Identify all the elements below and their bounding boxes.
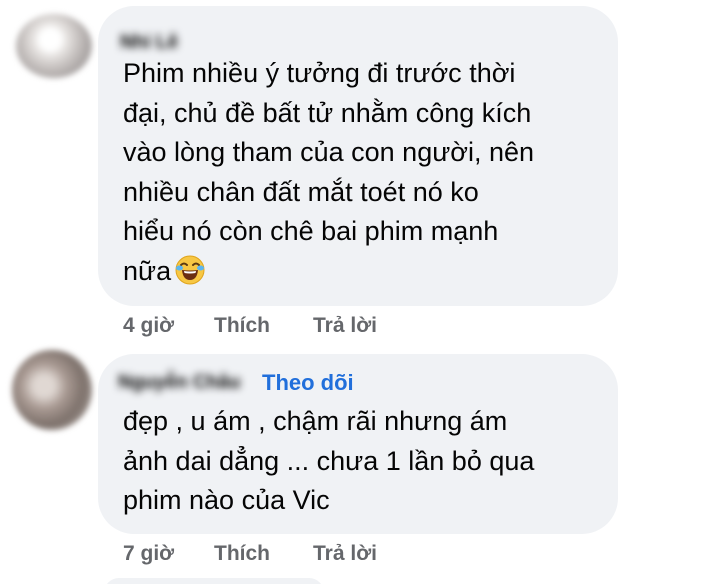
like-button[interactable]: Thích <box>214 542 313 566</box>
laughing-tears-emoji-icon <box>175 255 205 285</box>
comment-thread: Nhi Lê Phim nhiều ý tưởng đi trước thời … <box>0 0 710 584</box>
comment-timestamp[interactable]: 4 giờ <box>123 314 214 338</box>
comment-actions: 7 giờ Thích Trả lời <box>123 542 377 566</box>
next-comment-bubble <box>104 578 324 584</box>
comment-author[interactable]: Nhi Lê <box>120 32 178 54</box>
avatar[interactable] <box>16 14 92 78</box>
avatar[interactable] <box>12 350 92 430</box>
reply-button[interactable]: Trả lời <box>313 542 377 566</box>
like-button[interactable]: Thích <box>214 314 313 338</box>
reply-button[interactable]: Trả lời <box>313 314 377 338</box>
comment-timestamp[interactable]: 7 giờ <box>123 542 214 566</box>
comment-body: Phim nhiều ý tưởng đi trước thời đại, ch… <box>123 54 603 291</box>
comment-text: Phim nhiều ý tưởng đi trước thời đại, ch… <box>123 58 535 286</box>
comment-author[interactable]: Nguyễn Châu <box>118 372 240 394</box>
follow-button[interactable]: Theo dõi <box>262 370 354 396</box>
comment-text: đẹp , u ám , chậm rãi nhưng ám ảnh dai d… <box>123 406 535 515</box>
comment-actions: 4 giờ Thích Trả lời <box>123 314 377 338</box>
